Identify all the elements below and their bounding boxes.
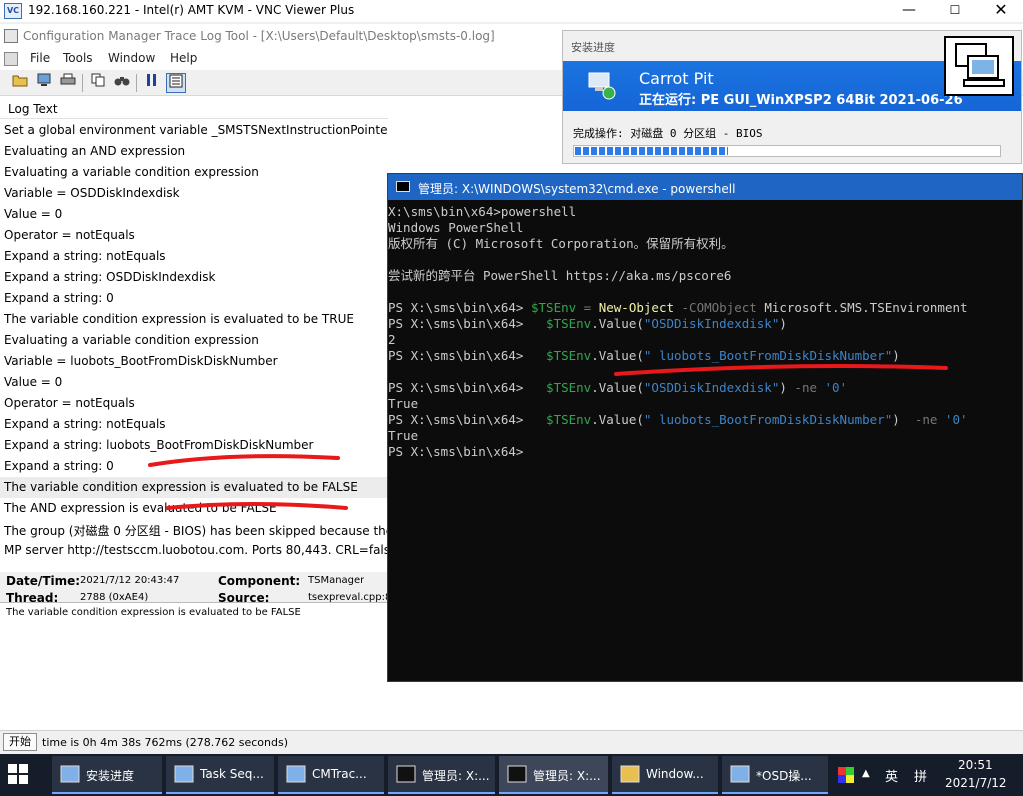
progress-bar-fill <box>575 147 728 155</box>
date-time-value: 2021/7/12 20:43:47 <box>80 575 180 586</box>
cmtrace-icon <box>286 765 306 783</box>
menu-window[interactable]: Window <box>108 51 155 65</box>
taskbar: 安装进度 Task Seq... CMTrac... 管理员: X:... 管理员: X… <box>0 754 1023 796</box>
minimize-button[interactable]: — <box>886 0 932 22</box>
taskbar-button[interactable]: 管理员: X:... <box>388 756 495 794</box>
vnc-window-title: 192.168.160.221 - Intel(r) AMT KVM - VNC… <box>28 3 355 17</box>
cmtrace-app-icon <box>4 29 18 43</box>
open-icon[interactable] <box>10 73 30 93</box>
clock-date[interactable]: 2021/7/12 <box>945 776 1007 790</box>
menu-file[interactable]: File <box>30 51 50 65</box>
taskbar-button[interactable]: Task Seq... <box>166 756 274 794</box>
vnc-logo-icon: VC <box>4 3 22 19</box>
toolbar-separator <box>136 74 137 92</box>
progress-icon <box>60 765 80 783</box>
taskbar-button-label: Task Seq... <box>200 767 264 781</box>
component-label: Component: <box>218 574 301 588</box>
taskbar-button-label: Window... <box>646 767 704 781</box>
taskbar-button[interactable]: 管理员: X:... <box>499 756 608 794</box>
folder-icon <box>620 765 640 783</box>
powershell-window[interactable]: 管理员: X:\WINDOWS\system32\cmd.exe - power… <box>387 173 1023 682</box>
print-icon[interactable] <box>58 73 78 93</box>
taskbar-button-label: 管理员: X:... <box>422 769 490 783</box>
input-language-indicator[interactable]: 英 <box>885 766 898 785</box>
tray-chevron-icon[interactable]: ▲ <box>862 768 870 779</box>
color-display-icon[interactable] <box>838 767 854 783</box>
task-sequence-icon <box>174 765 194 783</box>
taskbar-button-label: 管理员: X:... <box>533 769 601 783</box>
annotation-underlines <box>148 454 348 510</box>
computer-icon[interactable] <box>34 73 54 93</box>
cmtrace-title: Configuration Manager Trace Log Tool - [… <box>23 29 495 43</box>
clock-time[interactable]: 20:51 <box>958 758 993 772</box>
vnc-titlebar: VC 192.168.160.221 - Intel(r) AMT KVM - … <box>0 0 1023 22</box>
taskbar-button[interactable]: 安装进度 <box>52 756 162 794</box>
annotation-underlines <box>614 364 948 376</box>
status-text: time is 0h 4m 38s 762ms (278.762 seconds… <box>42 736 289 749</box>
copy-icon[interactable] <box>88 73 108 93</box>
toolbar-separator <box>82 74 83 92</box>
document-icon <box>4 52 18 66</box>
status-bar: 开始 time is 0h 4m 38s 762ms (278.762 seco… <box>0 730 1023 754</box>
maximize-button[interactable]: ☐ <box>932 0 978 22</box>
detail-message-box[interactable]: The variable condition expression is eva… <box>0 602 388 730</box>
pause-icon[interactable] <box>142 73 162 93</box>
taskbar-button-label: CMTrac... <box>312 767 367 781</box>
console-icon <box>396 765 416 783</box>
date-time-label: Date/Time: <box>6 574 81 588</box>
task-sequence-icon <box>585 69 617 101</box>
console-icon <box>507 765 527 783</box>
progress-bar <box>573 145 1001 157</box>
component-value: TSManager <box>308 575 365 586</box>
current-step-text: 完成操作: 对磁盘 0 分区组 - BIOS <box>573 127 763 140</box>
start-label[interactable]: 开始 <box>3 733 37 751</box>
menu-help[interactable]: Help <box>170 51 197 65</box>
menu-tools[interactable]: Tools <box>63 51 93 65</box>
notepad-icon <box>730 765 750 783</box>
detail-panel: Date/Time: 2021/7/12 20:43:47 Component:… <box>0 572 388 732</box>
taskbar-button-label: 安装进度 <box>86 769 135 783</box>
taskbar-button[interactable]: *OSD操... <box>722 756 828 794</box>
running-task-name: 正在运行: PE GUI_WinXPSP2 64Bit 2021-06-26 <box>639 93 963 108</box>
log-list[interactable]: Log Text Set a global environment variab… <box>0 98 388 570</box>
ime-mode-indicator[interactable]: 拼 <box>914 766 927 785</box>
close-button[interactable]: ✕ <box>978 0 1023 22</box>
find-icon[interactable] <box>112 73 132 93</box>
organization-name: Carrot Pit <box>639 69 714 88</box>
taskbar-button-label: *OSD操... <box>756 769 812 783</box>
windows-start-icon[interactable] <box>6 762 36 788</box>
log-view-icon[interactable] <box>166 73 186 93</box>
taskbar-button[interactable]: Window... <box>612 756 718 794</box>
progress-dialog-title: 安装进度 <box>571 41 615 54</box>
network-computers-icon <box>944 36 1014 96</box>
taskbar-button[interactable]: CMTrac... <box>278 756 384 794</box>
